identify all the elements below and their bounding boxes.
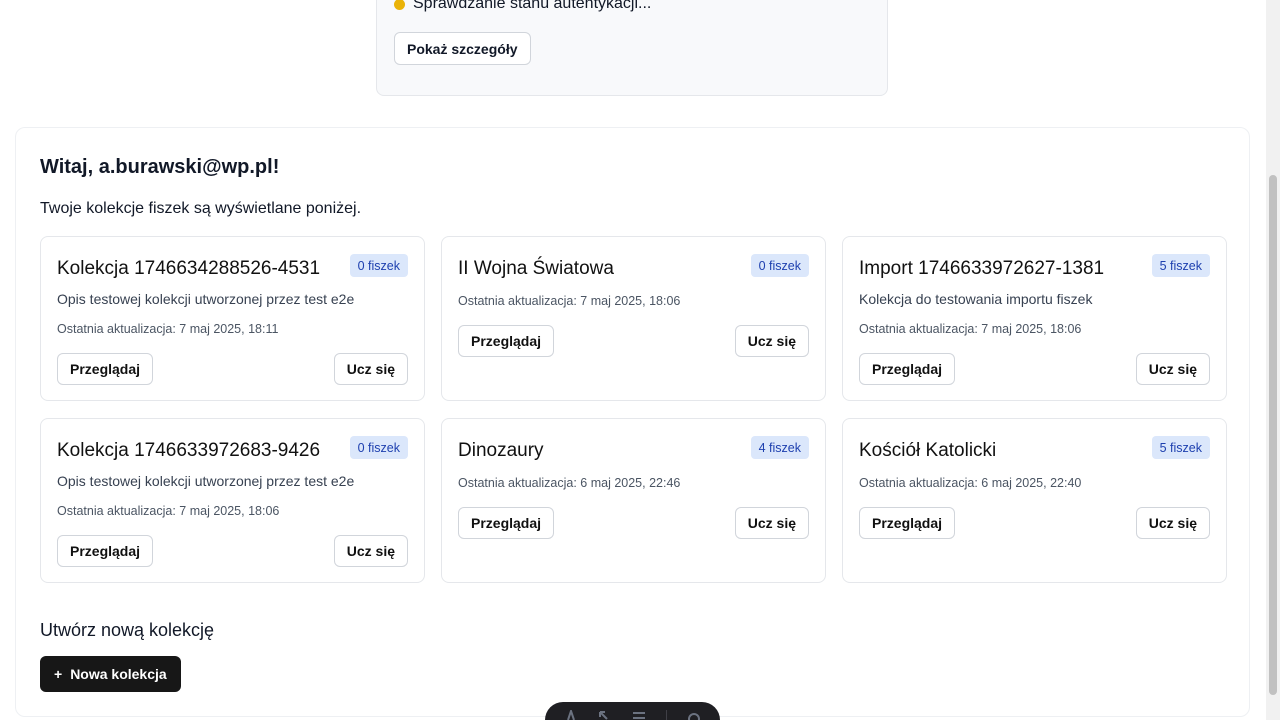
collection-card: Import 1746633972627-1381 5 fiszek Kolek…	[842, 236, 1227, 401]
auth-status-text: Sprawdzanie stanu autentykacji...	[413, 0, 652, 12]
collection-title: II Wojna Światowa	[458, 258, 614, 279]
card-count-badge: 4 fiszek	[750, 436, 809, 459]
collection-updated: Ostatnia aktualizacja: 7 maj 2025, 18:06	[859, 322, 1082, 336]
new-collection-button[interactable]: + Nowa kolekcja	[40, 656, 181, 692]
collection-card: Kolekcja 1746633972683-9426 0 fiszek Opi…	[40, 418, 425, 583]
collection-description: Opis testowej kolekcji utworzonej przez …	[57, 291, 355, 307]
browse-button[interactable]: Przeglądaj	[458, 507, 555, 539]
vertical-scrollbar[interactable]	[1266, 0, 1280, 720]
create-collection-heading: Utwórz nową kolekcję	[40, 620, 215, 640]
collection-title: Kolekcja 1746633972683-9426	[57, 440, 321, 461]
browse-button[interactable]: Przeglądaj	[57, 535, 154, 567]
learn-button[interactable]: Ucz się	[1135, 507, 1210, 539]
collection-title: Import 1746633972627-1381	[859, 258, 1105, 279]
subtitle: Twoje kolekcje fiszek są wyświetlane pon…	[40, 200, 362, 217]
learn-button[interactable]: Ucz się	[333, 353, 408, 385]
status-dot-icon	[394, 0, 405, 10]
browse-button[interactable]: Przeglądaj	[458, 325, 555, 357]
settings-icon[interactable]	[687, 710, 701, 720]
collection-updated: Ostatnia aktualizacja: 6 maj 2025, 22:40	[859, 476, 1082, 490]
astro-icon[interactable]	[564, 707, 578, 720]
learn-button[interactable]: Ucz się	[1135, 353, 1210, 385]
card-count-badge: 0 fiszek	[349, 254, 408, 277]
welcome-heading: Witaj, a.burawski@wp.pl!	[40, 156, 280, 178]
plus-icon: +	[54, 666, 63, 682]
main-card: Witaj, a.burawski@wp.pl! Twoje kolekcje …	[15, 127, 1250, 717]
collection-card: II Wojna Światowa 0 fiszek Ostatnia aktu…	[441, 236, 826, 401]
collection-title: Kolekcja 1746634288526-4531	[57, 258, 321, 279]
learn-button[interactable]: Ucz się	[333, 535, 408, 567]
inspect-icon[interactable]	[598, 710, 612, 720]
collection-title: Kościół Katolicki	[859, 440, 997, 461]
new-collection-label: Nowa kolekcja	[70, 666, 167, 682]
menu-icon[interactable]	[632, 710, 646, 720]
collection-updated: Ostatnia aktualizacja: 7 maj 2025, 18:06	[57, 504, 280, 518]
auth-status-panel: Sprawdzanie stanu autentykacji... Pokaż …	[376, 0, 888, 96]
collection-description: Opis testowej kolekcji utworzonej przez …	[57, 473, 355, 489]
collection-updated: Ostatnia aktualizacja: 7 maj 2025, 18:06	[458, 294, 681, 308]
scrollbar-thumb[interactable]	[1269, 175, 1277, 695]
toolbar-divider	[666, 710, 667, 720]
card-count-badge: 0 fiszek	[750, 254, 809, 277]
card-count-badge: 5 fiszek	[1151, 254, 1210, 277]
card-count-badge: 5 fiszek	[1151, 436, 1210, 459]
collection-description: Kolekcja do testowania importu fiszek	[859, 291, 1093, 307]
collection-title: Dinozaury	[458, 440, 544, 461]
collection-card: Kościół Katolicki 5 fiszek Ostatnia aktu…	[842, 418, 1227, 583]
collections-grid: Kolekcja 1746634288526-4531 0 fiszek Opi…	[40, 236, 1227, 583]
collection-updated: Ostatnia aktualizacja: 7 maj 2025, 18:11	[57, 322, 279, 336]
collection-card: Kolekcja 1746634288526-4531 0 fiszek Opi…	[40, 236, 425, 401]
learn-button[interactable]: Ucz się	[734, 507, 809, 539]
browse-button[interactable]: Przeglądaj	[57, 353, 154, 385]
collection-card: Dinozaury 4 fiszek Ostatnia aktualizacja…	[441, 418, 826, 583]
page: Sprawdzanie stanu autentykacji... Pokaż …	[0, 0, 1266, 720]
learn-button[interactable]: Ucz się	[734, 325, 809, 357]
auth-status: Sprawdzanie stanu autentykacji...	[394, 0, 651, 13]
collection-updated: Ostatnia aktualizacja: 6 maj 2025, 22:46	[458, 476, 681, 490]
show-details-button[interactable]: Pokaż szczegóły	[394, 32, 531, 65]
dev-toolbar	[545, 702, 720, 720]
browse-button[interactable]: Przeglądaj	[859, 507, 956, 539]
card-count-badge: 0 fiszek	[349, 436, 408, 459]
browse-button[interactable]: Przeglądaj	[859, 353, 956, 385]
